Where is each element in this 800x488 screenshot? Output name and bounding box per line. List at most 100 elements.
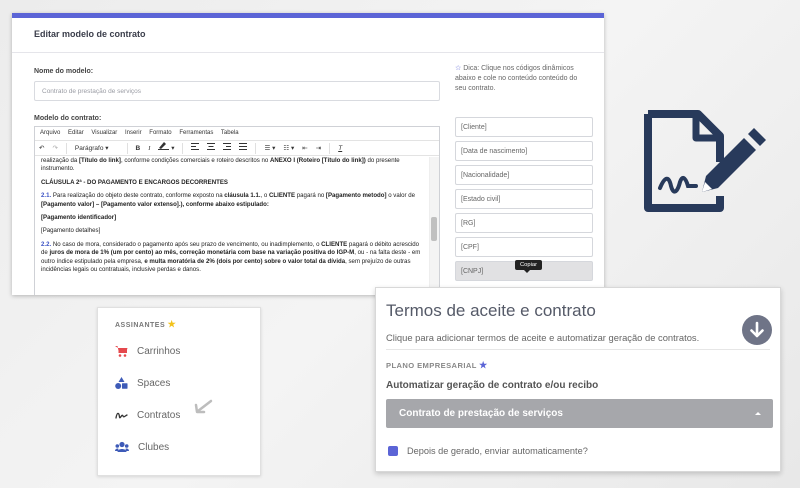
text: [Pagamento identificador] bbox=[41, 214, 117, 222]
numbered-list-icon[interactable]: ☷ ▾ bbox=[283, 141, 294, 156]
automation-label: Automatizar geração de contrato e/ou rec… bbox=[386, 380, 599, 391]
users-icon bbox=[115, 441, 129, 452]
plan-label-text: PLANO EMPRESARIAL bbox=[386, 361, 477, 370]
menu-inserir[interactable]: Inserir bbox=[125, 130, 142, 136]
align-left-icon[interactable] bbox=[191, 141, 200, 156]
select-value: Contrato de prestação de serviços bbox=[399, 408, 563, 419]
text: ANEXO I (Roteiro [Título do link]) bbox=[269, 157, 366, 164]
checkbox-label: Depois de gerado, enviar automaticamente… bbox=[407, 446, 588, 456]
divider bbox=[12, 52, 604, 53]
menu-visualizar[interactable]: Visualizar bbox=[91, 130, 117, 136]
align-right-icon[interactable] bbox=[223, 141, 232, 156]
menu-ferramentas[interactable]: Ferramentas bbox=[179, 130, 213, 136]
contract-template-select[interactable]: Contrato de prestação de serviços bbox=[386, 399, 773, 428]
outdent-icon[interactable]: ⇤ bbox=[302, 141, 307, 156]
name-label: Nome do modelo: bbox=[34, 68, 94, 75]
sidebar-item-label: Clubes bbox=[138, 441, 170, 453]
text: pagará no bbox=[295, 192, 326, 200]
undo-icon[interactable]: ↶ bbox=[39, 141, 44, 156]
rich-text-editor: Arquivo Editar Visualizar Inserir Format… bbox=[34, 126, 440, 295]
clause-heading: CLÁUSULA 2ª - DO PAGAMENTO E ENCARGOS DE… bbox=[41, 179, 425, 187]
code-cpf[interactable]: [CPF] bbox=[455, 237, 593, 257]
scrollbar-thumb[interactable] bbox=[431, 217, 437, 241]
sidebar-item-label: Spaces bbox=[137, 377, 171, 389]
model-label: Modelo do contrato: bbox=[34, 115, 102, 122]
model-name-input[interactable]: Contrato de prestação de serviços bbox=[34, 81, 440, 101]
paragraph: realização da [Título do link], conforme… bbox=[41, 157, 425, 174]
divider bbox=[386, 349, 770, 350]
text: o valor de bbox=[386, 192, 415, 200]
redo-icon[interactable]: ↷ bbox=[52, 141, 57, 156]
star-icon: ★ bbox=[167, 319, 177, 329]
editor-content[interactable]: realização da [Título do link], conforme… bbox=[41, 157, 425, 295]
italic-icon[interactable]: I bbox=[148, 141, 150, 156]
text-color-icon[interactable]: ▾ bbox=[158, 141, 174, 156]
sidebar-item-contratos[interactable]: Contratos bbox=[115, 405, 180, 425]
caret-up-icon bbox=[755, 412, 761, 415]
text: , o bbox=[260, 192, 269, 200]
star-outline-icon: ☆ bbox=[455, 65, 462, 72]
format-select[interactable]: Parágrafo ▾ bbox=[75, 141, 109, 156]
expand-button[interactable] bbox=[742, 315, 772, 345]
sidebar-item-label: Contratos bbox=[137, 409, 181, 421]
menu-arquivo[interactable]: Arquivo bbox=[40, 130, 60, 136]
code-nacionalidade[interactable]: [Nacionalidade] bbox=[455, 165, 593, 185]
menu-formato[interactable]: Formato bbox=[149, 130, 171, 136]
code-rg[interactable]: [RG] bbox=[455, 213, 593, 233]
toolbar-separator bbox=[126, 142, 128, 154]
code-estado-civil[interactable]: [Estado civil] bbox=[455, 189, 593, 209]
shapes-icon bbox=[115, 377, 128, 389]
auto-send-option[interactable]: Depois de gerado, enviar automaticamente… bbox=[388, 446, 588, 456]
terms-contract-card: Termos de aceite e contrato Clique para … bbox=[375, 287, 781, 472]
paragraph: 2.1. Para realização do objeto deste con… bbox=[41, 192, 425, 209]
text: CLÁUSULA 2ª - DO PAGAMENTO E ENCARGOS DE… bbox=[41, 178, 228, 186]
contract-signature-icon bbox=[644, 110, 766, 212]
toolbar-separator bbox=[255, 142, 257, 154]
modal-title: Editar modelo de contrato bbox=[34, 29, 146, 39]
sidebar-item-carrinhos[interactable]: Carrinhos bbox=[115, 341, 180, 361]
text: [Pagamento metodo] bbox=[325, 192, 387, 200]
copy-tooltip: Copiar bbox=[515, 260, 543, 273]
text: Para realização do objeto deste contrato… bbox=[51, 192, 225, 200]
tip-text: Dica: Clique nos códigos dinâmicos abaix… bbox=[455, 65, 578, 92]
text: realização da bbox=[41, 157, 79, 164]
clear-format-icon[interactable]: T bbox=[338, 141, 342, 156]
menu-tabela[interactable]: Tabela bbox=[221, 130, 239, 136]
text: [Pagamento valor] – [Pagamento valor ext… bbox=[41, 200, 269, 208]
dynamic-codes-tip: ☆ Dica: Clique nos códigos dinâmicos aba… bbox=[455, 64, 585, 94]
sidebar-item-clubes[interactable]: Clubes bbox=[115, 437, 169, 457]
sidebar-item-spaces[interactable]: Spaces bbox=[115, 373, 170, 393]
text: , conforme condições comerciais e roteir… bbox=[120, 157, 270, 164]
arrow-down-icon bbox=[750, 321, 764, 338]
toolbar-separator bbox=[329, 142, 331, 154]
bullet-list-icon[interactable]: ☰ ▾ bbox=[264, 141, 275, 156]
subscribers-menu-card: ASSINANTES ★ Carrinhos Spaces Contratos bbox=[97, 307, 261, 476]
cart-icon bbox=[115, 346, 128, 357]
paragraph: [Pagamento identificador] bbox=[41, 214, 425, 222]
toolbar-separator bbox=[65, 142, 67, 154]
code-data-nascimento[interactable]: [Data de nascimento] bbox=[455, 141, 593, 161]
signature-icon bbox=[115, 412, 128, 419]
sidebar-item-label: Carrinhos bbox=[137, 345, 181, 357]
align-center-icon[interactable] bbox=[207, 141, 216, 156]
align-justify-icon[interactable] bbox=[239, 141, 248, 156]
auto-send-checkbox[interactable] bbox=[388, 446, 398, 456]
text: cláusula 1.1. bbox=[224, 192, 261, 200]
menu-editar[interactable]: Editar bbox=[68, 130, 84, 136]
bold-icon[interactable]: B bbox=[136, 141, 141, 156]
chevron-down-icon: ▾ bbox=[105, 144, 109, 152]
contract-editor-modal: Editar modelo de contrato Nome do modelo… bbox=[12, 13, 604, 295]
text: 2.2. bbox=[41, 240, 52, 248]
card-title: Termos de aceite e contrato bbox=[386, 301, 596, 320]
indent-icon[interactable]: ⇥ bbox=[316, 141, 321, 156]
paragraph: [Pagamento detalhes] bbox=[41, 227, 425, 235]
text: CLIENTE bbox=[321, 240, 348, 248]
editor-scrollbar[interactable] bbox=[429, 157, 439, 295]
text: e multa moratória de 2% (dois por cento)… bbox=[144, 257, 346, 265]
code-cliente[interactable]: [Cliente] bbox=[455, 117, 593, 137]
text: [Título do link] bbox=[78, 157, 121, 164]
section-heading: ASSINANTES ★ bbox=[115, 319, 176, 330]
star-icon: ★ bbox=[479, 360, 488, 370]
text: No caso de mora, considerado o pagamento… bbox=[51, 240, 322, 248]
card-subtitle: Clique para adicionar termos de aceite e… bbox=[386, 332, 700, 343]
